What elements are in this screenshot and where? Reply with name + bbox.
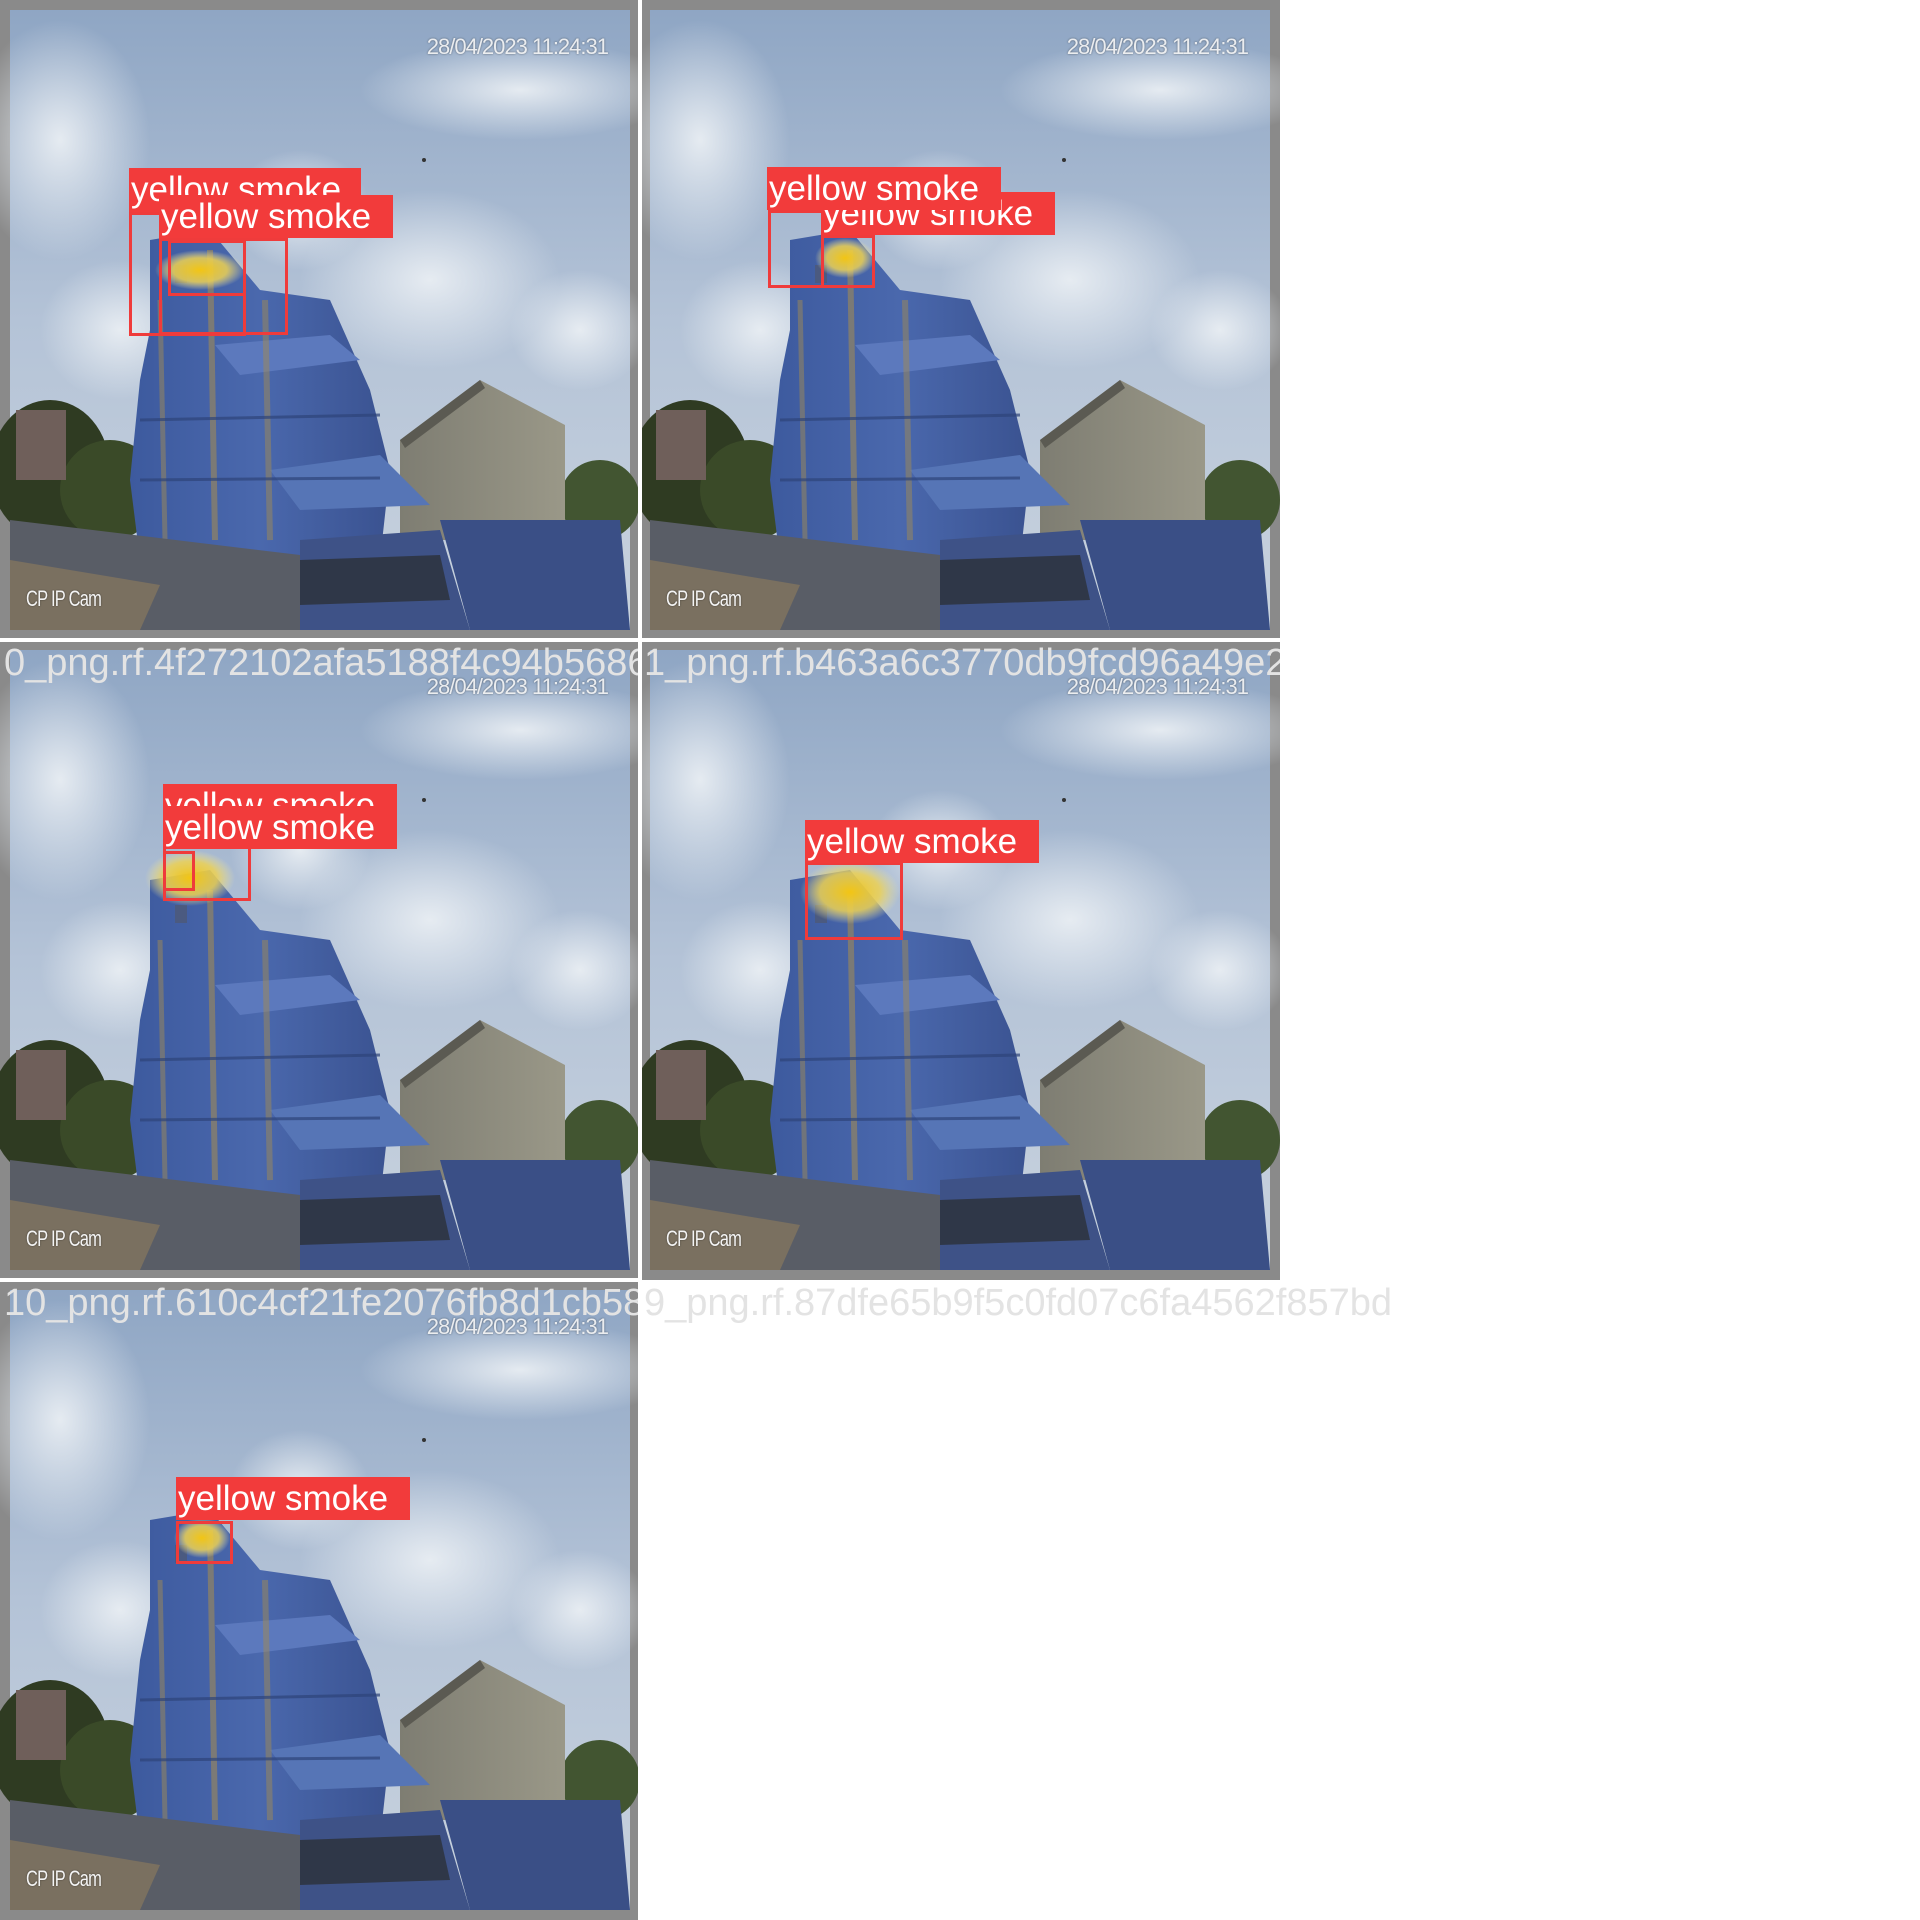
detection-label: yellow smoke xyxy=(176,1477,410,1520)
detection-box xyxy=(821,235,875,288)
camera-frame xyxy=(640,0,1280,640)
detection-box xyxy=(768,210,824,288)
detection-label: yellow smoke xyxy=(163,806,397,849)
camera-frame xyxy=(0,1280,640,1920)
camera-frame xyxy=(0,640,640,1280)
camera-frame xyxy=(640,640,1280,1280)
camera-label-overlay: CP IP Cam xyxy=(666,586,742,611)
detection-box xyxy=(168,240,246,296)
image-tile: 0_png.rf.4f272102afa5188f4c94b568616b209… xyxy=(0,640,640,1280)
filename-label: 1_png.rf.b463a6c3770db9fcd96a49e20cbf01 xyxy=(644,642,1280,684)
detection-box xyxy=(176,1521,233,1564)
camera-frame xyxy=(0,0,640,640)
filename-label: 0_png.rf.4f272102afa5188f4c94b568616b209… xyxy=(4,642,640,684)
detection-label: yellow smoke xyxy=(805,820,1039,863)
detection-box xyxy=(805,862,903,940)
detection-box xyxy=(163,851,195,891)
detection-label: yellow smoke xyxy=(767,167,1001,210)
image-tile: 10_png.rf.610c4cf21fe2076fb8d1cb5879e633… xyxy=(0,1280,640,1920)
image-tile: 1_png.rf.b463a6c3770db9fcd96a49e20cbf01 … xyxy=(640,640,1280,1280)
camera-label-overlay: CP IP Cam xyxy=(26,586,102,611)
timestamp-overlay: 28/04/2023 11:24:31 xyxy=(1066,34,1249,59)
filename-label: 10_png.rf.610c4cf21fe2076fb8d1cb5879e633 xyxy=(4,1282,640,1324)
image-tile: 28/04/2023 11:24:31 CP IP Cam yellow smo… xyxy=(640,0,1280,640)
filename-label: 9_png.rf.87dfe65b9f5c0fd07c6fa4562f857bd xyxy=(644,1282,1392,1324)
image-tile: 28/04/2023 11:24:31 CP IP Cam yellow smo… xyxy=(0,0,640,640)
camera-label-overlay: CP IP Cam xyxy=(666,1226,742,1251)
camera-label-overlay: CP IP Cam xyxy=(26,1866,102,1891)
timestamp-overlay: 28/04/2023 11:24:31 xyxy=(426,34,609,59)
detection-label: yellow smoke xyxy=(159,195,393,238)
camera-label-overlay: CP IP Cam xyxy=(26,1226,102,1251)
